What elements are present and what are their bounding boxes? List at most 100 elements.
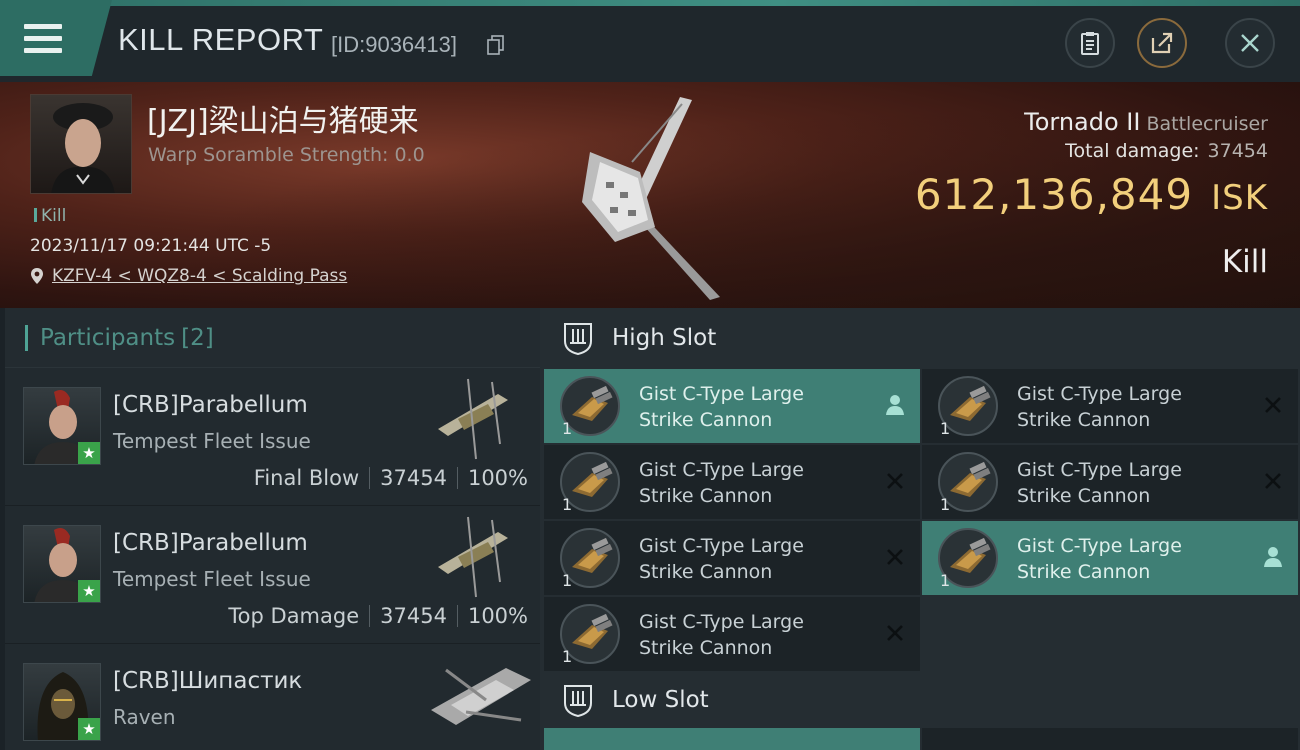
module-tile[interactable]: 1 Gist C-Type Large Strike Cannon xyxy=(922,445,1298,519)
participant-row[interactable]: ★ [CRB]Шипастик Raven xyxy=(5,644,540,750)
destroyed-x-icon xyxy=(1265,397,1281,413)
participant-stats: Final Blow 37454 100% xyxy=(254,466,528,490)
final-blow-star-icon: ★ xyxy=(78,442,100,464)
low-slot-label: Low Slot xyxy=(612,687,709,713)
participant-stats: Top Damage 37454 100% xyxy=(228,604,528,628)
module-quantity: 1 xyxy=(562,647,573,666)
location-pin-icon xyxy=(31,268,43,284)
destroyed-x-icon xyxy=(887,625,903,641)
module-tile[interactable]: 1 Gist C-Type Large Strike Cannon xyxy=(922,369,1298,443)
module-name-line1: Gist C-Type Large xyxy=(1017,535,1182,557)
low-slot-header: Low Slot xyxy=(540,670,1300,730)
victim-banner: [JZJ]梁山泊与猪硬来 Warp Soramble Strength: 0.0… xyxy=(0,82,1300,308)
warp-scramble-strength: Warp Soramble Strength: 0.0 xyxy=(148,144,425,166)
module-tile[interactable]: 1 Gist C-Type Large Strike Cannon xyxy=(922,521,1298,595)
participant-percent: 100% xyxy=(467,466,528,490)
module-tile[interactable]: 1 Gist C-Type Large Strike Cannon xyxy=(544,445,920,519)
low-slot-icon xyxy=(564,685,592,717)
total-damage: Total damage: 37454 xyxy=(1065,140,1268,162)
result-label: Kill xyxy=(1221,244,1268,280)
module-tile[interactable]: 1 Gist C-Type Large Strike Cannon xyxy=(544,521,920,595)
participant-ship: Tempest Fleet Issue xyxy=(113,429,311,453)
isk-unit: ISK xyxy=(1211,178,1268,218)
module-name-line2: Strike Cannon xyxy=(1017,561,1151,583)
location-link[interactable]: KZFV-4 < WQZ8-4 < Scalding Pass xyxy=(30,266,347,286)
close-button[interactable] xyxy=(1225,18,1275,68)
module-name-line1: Gist C-Type Large xyxy=(1017,459,1182,481)
module-name-line1: Gist C-Type Large xyxy=(639,535,804,557)
destroyed-x-icon xyxy=(887,473,903,489)
participant-avatar[interactable]: ★ xyxy=(23,663,101,741)
participant-ship-image xyxy=(438,516,508,598)
hamburger-icon xyxy=(24,24,62,54)
clipboard-icon xyxy=(1081,32,1099,55)
participants-label: Participants xyxy=(40,324,176,351)
module-quantity: 1 xyxy=(562,495,573,514)
victim-ship-image[interactable] xyxy=(570,92,740,302)
participant-damage: 37454 xyxy=(380,604,447,628)
total-damage-label: Total damage: xyxy=(1065,140,1200,162)
module-name-line1: Gist C-Type Large xyxy=(639,611,804,633)
participant-name: [CRB]Шипастик xyxy=(113,668,303,694)
header-bar: KILL REPORT [ID:9036413] xyxy=(0,0,1300,82)
participants-panel: Participants [2] ★ [CRB]Parabellum Tempe… xyxy=(5,308,540,750)
isk-value: 612,136,849 ISK xyxy=(915,170,1268,219)
participant-row[interactable]: ★ [CRB]Parabellum Tempest Fleet Issue To… xyxy=(5,506,540,644)
module-quantity: 1 xyxy=(940,419,951,438)
victim-portrait[interactable] xyxy=(30,94,132,194)
high-slot-label: High Slot xyxy=(612,325,717,351)
copy-icon[interactable] xyxy=(487,35,505,55)
low-slot-module-row[interactable] xyxy=(922,728,1298,750)
menu-button[interactable] xyxy=(0,0,112,76)
participant-avatar[interactable]: ★ xyxy=(23,525,101,603)
participant-percent: 100% xyxy=(467,604,528,628)
participant-avatar[interactable]: ★ xyxy=(23,387,101,465)
module-name-line2: Strike Cannon xyxy=(1017,409,1151,431)
close-icon xyxy=(1241,34,1259,52)
header-accent-bar xyxy=(25,324,28,351)
pilot-portrait-image xyxy=(51,103,115,193)
participant-row[interactable]: ★ [CRB]Parabellum Tempest Fleet Issue Fi… xyxy=(5,368,540,506)
module-name-line1: Gist C-Type Large xyxy=(639,459,804,481)
participant-ship-image xyxy=(431,668,531,725)
dropped-person-icon xyxy=(886,395,904,415)
high-slot-icon xyxy=(564,323,592,355)
kill-tag: Kill xyxy=(34,206,66,226)
destroyed-x-icon xyxy=(887,549,903,565)
ship-class-text: Battlecruiser xyxy=(1146,113,1268,135)
star-icon: ★ xyxy=(78,580,100,602)
participant-ship-image xyxy=(438,378,508,460)
module-quantity: 1 xyxy=(562,571,573,590)
module-name-line2: Strike Cannon xyxy=(639,637,773,659)
module-name-line2: Strike Cannon xyxy=(639,561,773,583)
share-button[interactable] xyxy=(1137,18,1187,68)
participants-count: [2] xyxy=(181,324,214,351)
module-tile[interactable]: 1 Gist C-Type Large Strike Cannon xyxy=(544,369,920,443)
module-name: Gist C-Type Large Strike Cannon xyxy=(1017,533,1217,585)
module-quantity: 1 xyxy=(940,495,951,514)
fitting-panel: High Slot 1 Gist C-Type Large Strike Canno… xyxy=(540,308,1300,750)
module-tile[interactable]: 1 Gist C-Type Large Strike Cannon xyxy=(544,597,920,671)
module-name: Gist C-Type Large Strike Cannon xyxy=(1017,457,1217,509)
location-text: KZFV-4 < WQZ8-4 < Scalding Pass xyxy=(52,266,348,286)
module-name: Gist C-Type Large Strike Cannon xyxy=(639,609,839,661)
kill-datetime: 2023/11/17 09:21:44 UTC -5 xyxy=(30,236,272,256)
isk-amount: 612,136,849 xyxy=(914,170,1194,219)
module-name: Gist C-Type Large Strike Cannon xyxy=(1017,381,1217,433)
header-accent-line xyxy=(0,0,1300,6)
participant-name: [CRB]Parabellum xyxy=(113,392,308,418)
clipboard-button[interactable] xyxy=(1065,18,1115,68)
participant-role: Top Damage xyxy=(228,604,360,628)
page-title: KILL REPORT xyxy=(118,22,324,57)
participant-name: [CRB]Parabellum xyxy=(113,530,308,556)
report-id: [ID:9036413] xyxy=(331,32,457,57)
module-name-line1: Gist C-Type Large xyxy=(1017,383,1182,405)
low-slot-module-row[interactable] xyxy=(544,728,920,750)
module-name: Gist C-Type Large Strike Cannon xyxy=(639,533,839,585)
participant-role: Final Blow xyxy=(253,466,360,490)
victim-name: [JZJ]梁山泊与猪硬来 xyxy=(147,104,419,139)
module-name: Gist C-Type Large Strike Cannon xyxy=(639,457,839,509)
participant-ship: Tempest Fleet Issue xyxy=(113,567,311,591)
ship-name-text: Tornado II xyxy=(1024,108,1141,136)
module-name-line1: Gist C-Type Large xyxy=(639,383,804,405)
